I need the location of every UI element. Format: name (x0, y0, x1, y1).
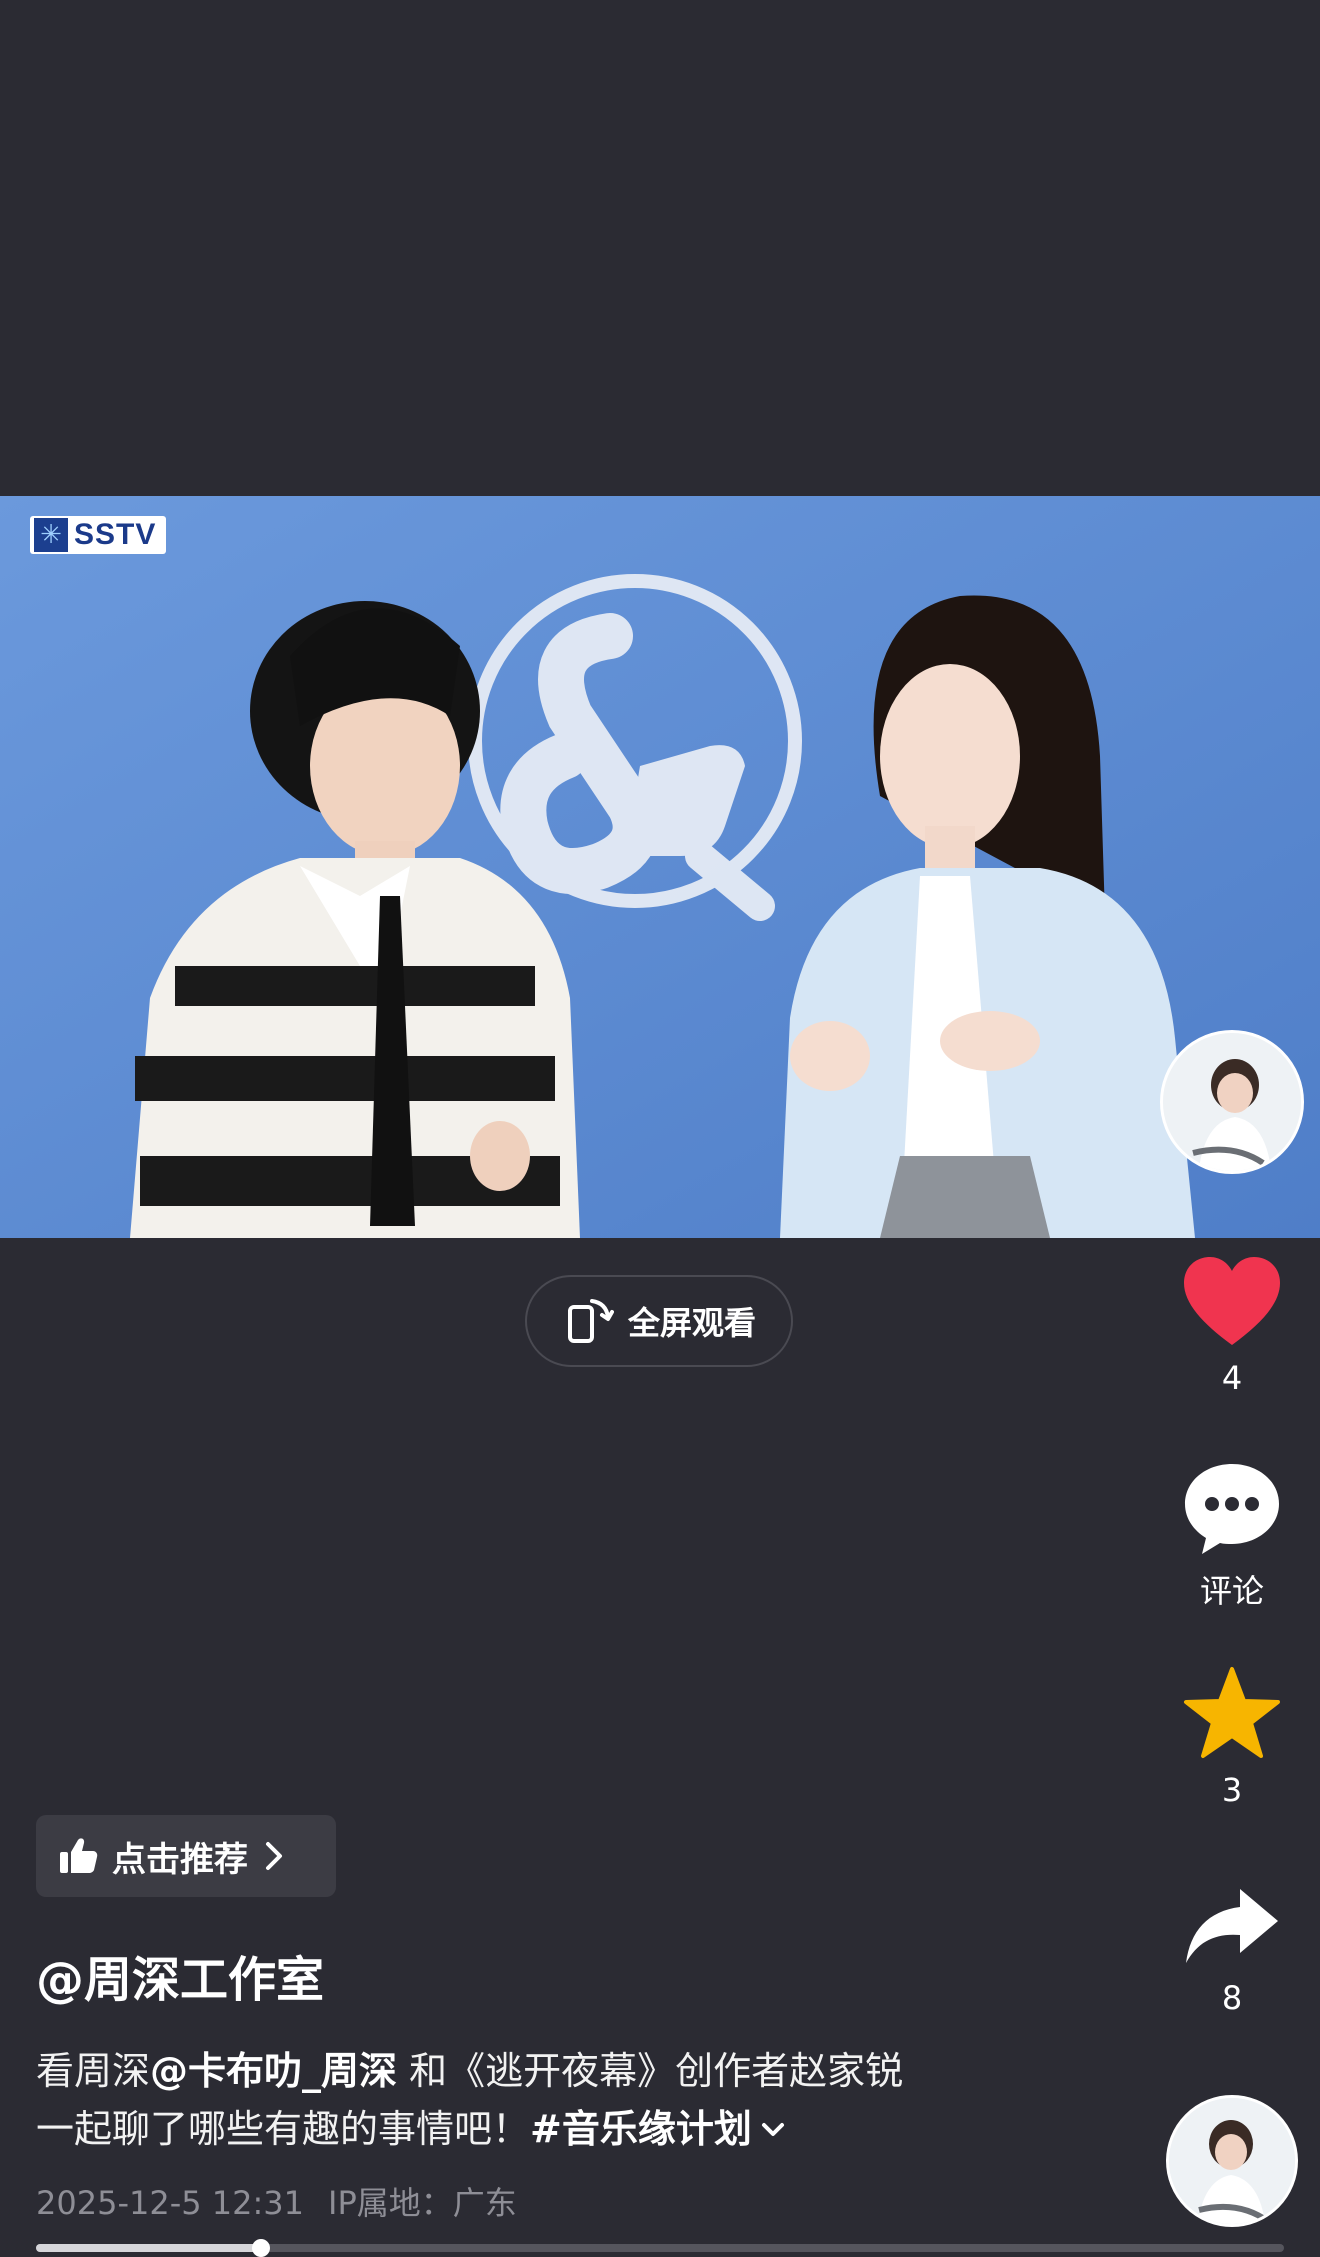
favorite-count: 3 (1221, 1771, 1243, 1809)
post-date: 2025-12-5 12:31 (36, 2184, 304, 2222)
share-button[interactable]: 8 (1172, 1885, 1292, 2017)
channel-logo: ✳ SSTV (30, 516, 167, 554)
share-count: 8 (1221, 1979, 1243, 2017)
recommend-label: 点击推荐 (112, 1839, 248, 1880)
author-avatar[interactable] (1166, 2095, 1298, 2227)
desc-text-prefix: 看周深 (36, 2049, 151, 2093)
ip-location: IP属地：广东 (328, 2184, 517, 2222)
share-arrow-icon (1186, 1889, 1278, 1963)
comment-label: 评论 (1199, 1572, 1264, 1610)
recommend-button[interactable]: 点击推荐 (36, 1815, 336, 1897)
creator-avatar-overlay[interactable] (1160, 1030, 1304, 1174)
post-meta: 2025-12-5 12:31 IP属地：广东 (36, 2178, 517, 2224)
hashtag-link[interactable]: #音乐缘计划 (530, 2107, 752, 2151)
star-icon (1184, 1667, 1280, 1758)
desc-text-line2: 一起聊了哪些有趣的事情吧！ (36, 2107, 531, 2151)
like-count: 4 (1221, 1359, 1243, 1397)
fullscreen-label: 全屏观看 (627, 1304, 756, 1342)
desc-text-mid: 和《逃开夜幕》创作者赵家锐 (397, 2049, 904, 2093)
playback-progress-bar[interactable] (36, 2239, 1284, 2257)
post-description: 看周深@卡布叻_周深 和《逃开夜幕》创作者赵家锐 一起聊了哪些有趣的事情吧！#音… (36, 2042, 1116, 2161)
comment-bubble-icon (1185, 1464, 1279, 1554)
sparkle-icon: ✳ (34, 518, 68, 552)
video-post-page: ✳ SSTV 全屏观看 4 评论 3 8 点击推荐 @周深工作室 看周深@卡布叻… (0, 0, 1320, 2257)
favorite-button[interactable]: 3 (1172, 1665, 1292, 1809)
video-player[interactable]: ✳ SSTV (0, 496, 1320, 1238)
comment-button[interactable]: 评论 (1172, 1460, 1292, 1612)
heart-icon (1184, 1257, 1280, 1345)
progress-handle[interactable] (251, 2239, 270, 2257)
like-button[interactable]: 4 (1172, 1255, 1292, 1397)
user-mention-link[interactable]: @卡布叻_周深 (150, 2049, 397, 2093)
channel-logo-text: SSTV (74, 518, 157, 551)
rotate-phone-icon (567, 1299, 614, 1343)
chevron-right-icon (266, 1842, 282, 1870)
fullscreen-button[interactable]: 全屏观看 (525, 1275, 793, 1367)
author-name[interactable]: @周深工作室 (36, 1940, 324, 2010)
expand-chevron-icon[interactable] (758, 2103, 788, 2161)
video-frame-image (0, 496, 1320, 1238)
thumbs-up-icon (60, 1838, 98, 1873)
progress-fill (36, 2244, 261, 2252)
